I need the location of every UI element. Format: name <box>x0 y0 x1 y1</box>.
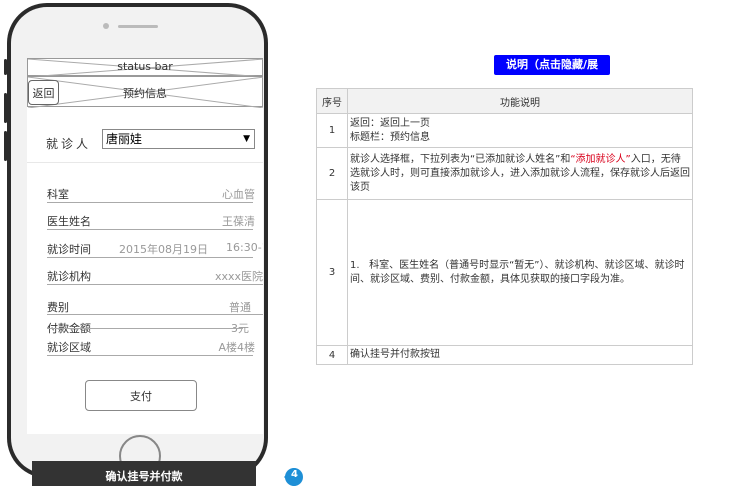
visit-date-value: 2015年08月19日 <box>119 243 208 256</box>
pay-button[interactable]: 支付 <box>85 380 197 411</box>
doctor-name-value: 王葆清 <box>222 215 255 228</box>
doctor-name-label: 医生姓名 <box>47 215 91 228</box>
table-row: 3 1. 科室、医生姓名（普通号时显示“暂无”）、就诊机构、就诊区域、就诊时间、… <box>316 199 693 346</box>
row-number: 2 <box>316 147 348 200</box>
row-number: 3 <box>316 199 348 346</box>
divider <box>27 162 263 163</box>
row-underline <box>47 229 253 230</box>
department-label: 科室 <box>47 188 69 201</box>
row-underline <box>47 202 253 203</box>
table-row: 4 确认挂号并付款按钮 <box>316 345 693 365</box>
row-text: 标题栏：预约信息 <box>350 131 430 143</box>
notes-table: 序号 功能说明 1 返回：返回上一页 标题栏：预约信息 2 就诊人选择框，下拉列… <box>316 88 693 365</box>
back-button[interactable]: 返回 <box>28 80 59 105</box>
phone-frame: status bar 返回 预约信息 就诊人 唐丽娃 ▼ 科室 心血管 医生姓名… <box>4 3 268 478</box>
row-description: 就诊人选择框，下拉列表为“已添加就诊人姓名”和“添加就诊人”入口，无待选就诊人时… <box>347 147 693 200</box>
row-number: 1 <box>316 113 348 148</box>
volume-up-button <box>4 93 7 123</box>
patient-select[interactable]: 唐丽娃 ▼ <box>102 129 255 149</box>
row-underline <box>47 257 253 258</box>
row-underline <box>47 355 253 356</box>
toggle-notes-button[interactable]: 说明（点击隐藏/展 <box>494 55 610 75</box>
institution-value: xxxx医院 <box>214 270 263 283</box>
nav-bar: 返回 预约信息 <box>27 76 263 108</box>
table-header-row: 序号 功能说明 <box>316 88 693 114</box>
visit-time-value: 16:30-17:00 <box>226 241 263 254</box>
phone-screen: status bar 返回 预约信息 就诊人 唐丽娃 ▼ 科室 心血管 医生姓名… <box>27 58 263 434</box>
column-header-number: 序号 <box>316 88 348 114</box>
patient-select-value: 唐丽娃 <box>106 132 143 146</box>
visit-area-value: A楼4楼 <box>218 341 255 354</box>
visit-time-label: 就诊时间 <box>47 243 91 256</box>
row-description: 返回：返回上一页 标题栏：预约信息 <box>347 113 693 148</box>
row-underline <box>47 328 243 329</box>
annotation-badge-number: 4 <box>291 469 298 480</box>
row-text: 就诊人选择框，下拉列表为“已添加就诊人姓名”和 <box>350 153 571 165</box>
row-text: 返回：返回上一页 <box>350 117 430 129</box>
visit-area-label: 就诊区域 <box>47 341 91 354</box>
row-underline <box>47 314 263 315</box>
camera-icon <box>103 23 109 29</box>
patient-label: 就诊人 <box>46 137 92 151</box>
fee-type-value: 普通 <box>229 301 251 314</box>
mute-switch <box>4 59 7 75</box>
table-row: 1 返回：返回上一页 标题栏：预约信息 <box>316 113 693 148</box>
row-number: 4 <box>316 345 348 365</box>
row-description: 1. 科室、医生姓名（普通号时显示“暂无”）、就诊机构、就诊区域、就诊时间、就诊… <box>347 199 693 346</box>
volume-down-button <box>4 131 7 161</box>
row-text-highlight: “添加就诊人” <box>570 153 631 165</box>
table-row: 2 就诊人选择框，下拉列表为“已添加就诊人姓名”和“添加就诊人”入口，无待选就诊… <box>316 147 693 200</box>
placeholder-cross-icon <box>28 77 263 108</box>
status-bar-placeholder: status bar <box>27 58 263 77</box>
department-value: 心血管 <box>222 188 255 201</box>
row-underline <box>47 284 263 285</box>
status-bar-label: status bar <box>117 60 173 73</box>
speaker-grille <box>118 25 158 28</box>
fee-type-label: 费别 <box>47 301 69 314</box>
institution-label: 就诊机构 <box>47 270 91 283</box>
dropdown-arrow-icon: ▼ <box>243 134 250 144</box>
confirm-bar: 确认挂号并付款 <box>32 461 256 486</box>
row-description: 确认挂号并付款按钮 <box>347 345 693 365</box>
column-header-description: 功能说明 <box>347 88 693 114</box>
